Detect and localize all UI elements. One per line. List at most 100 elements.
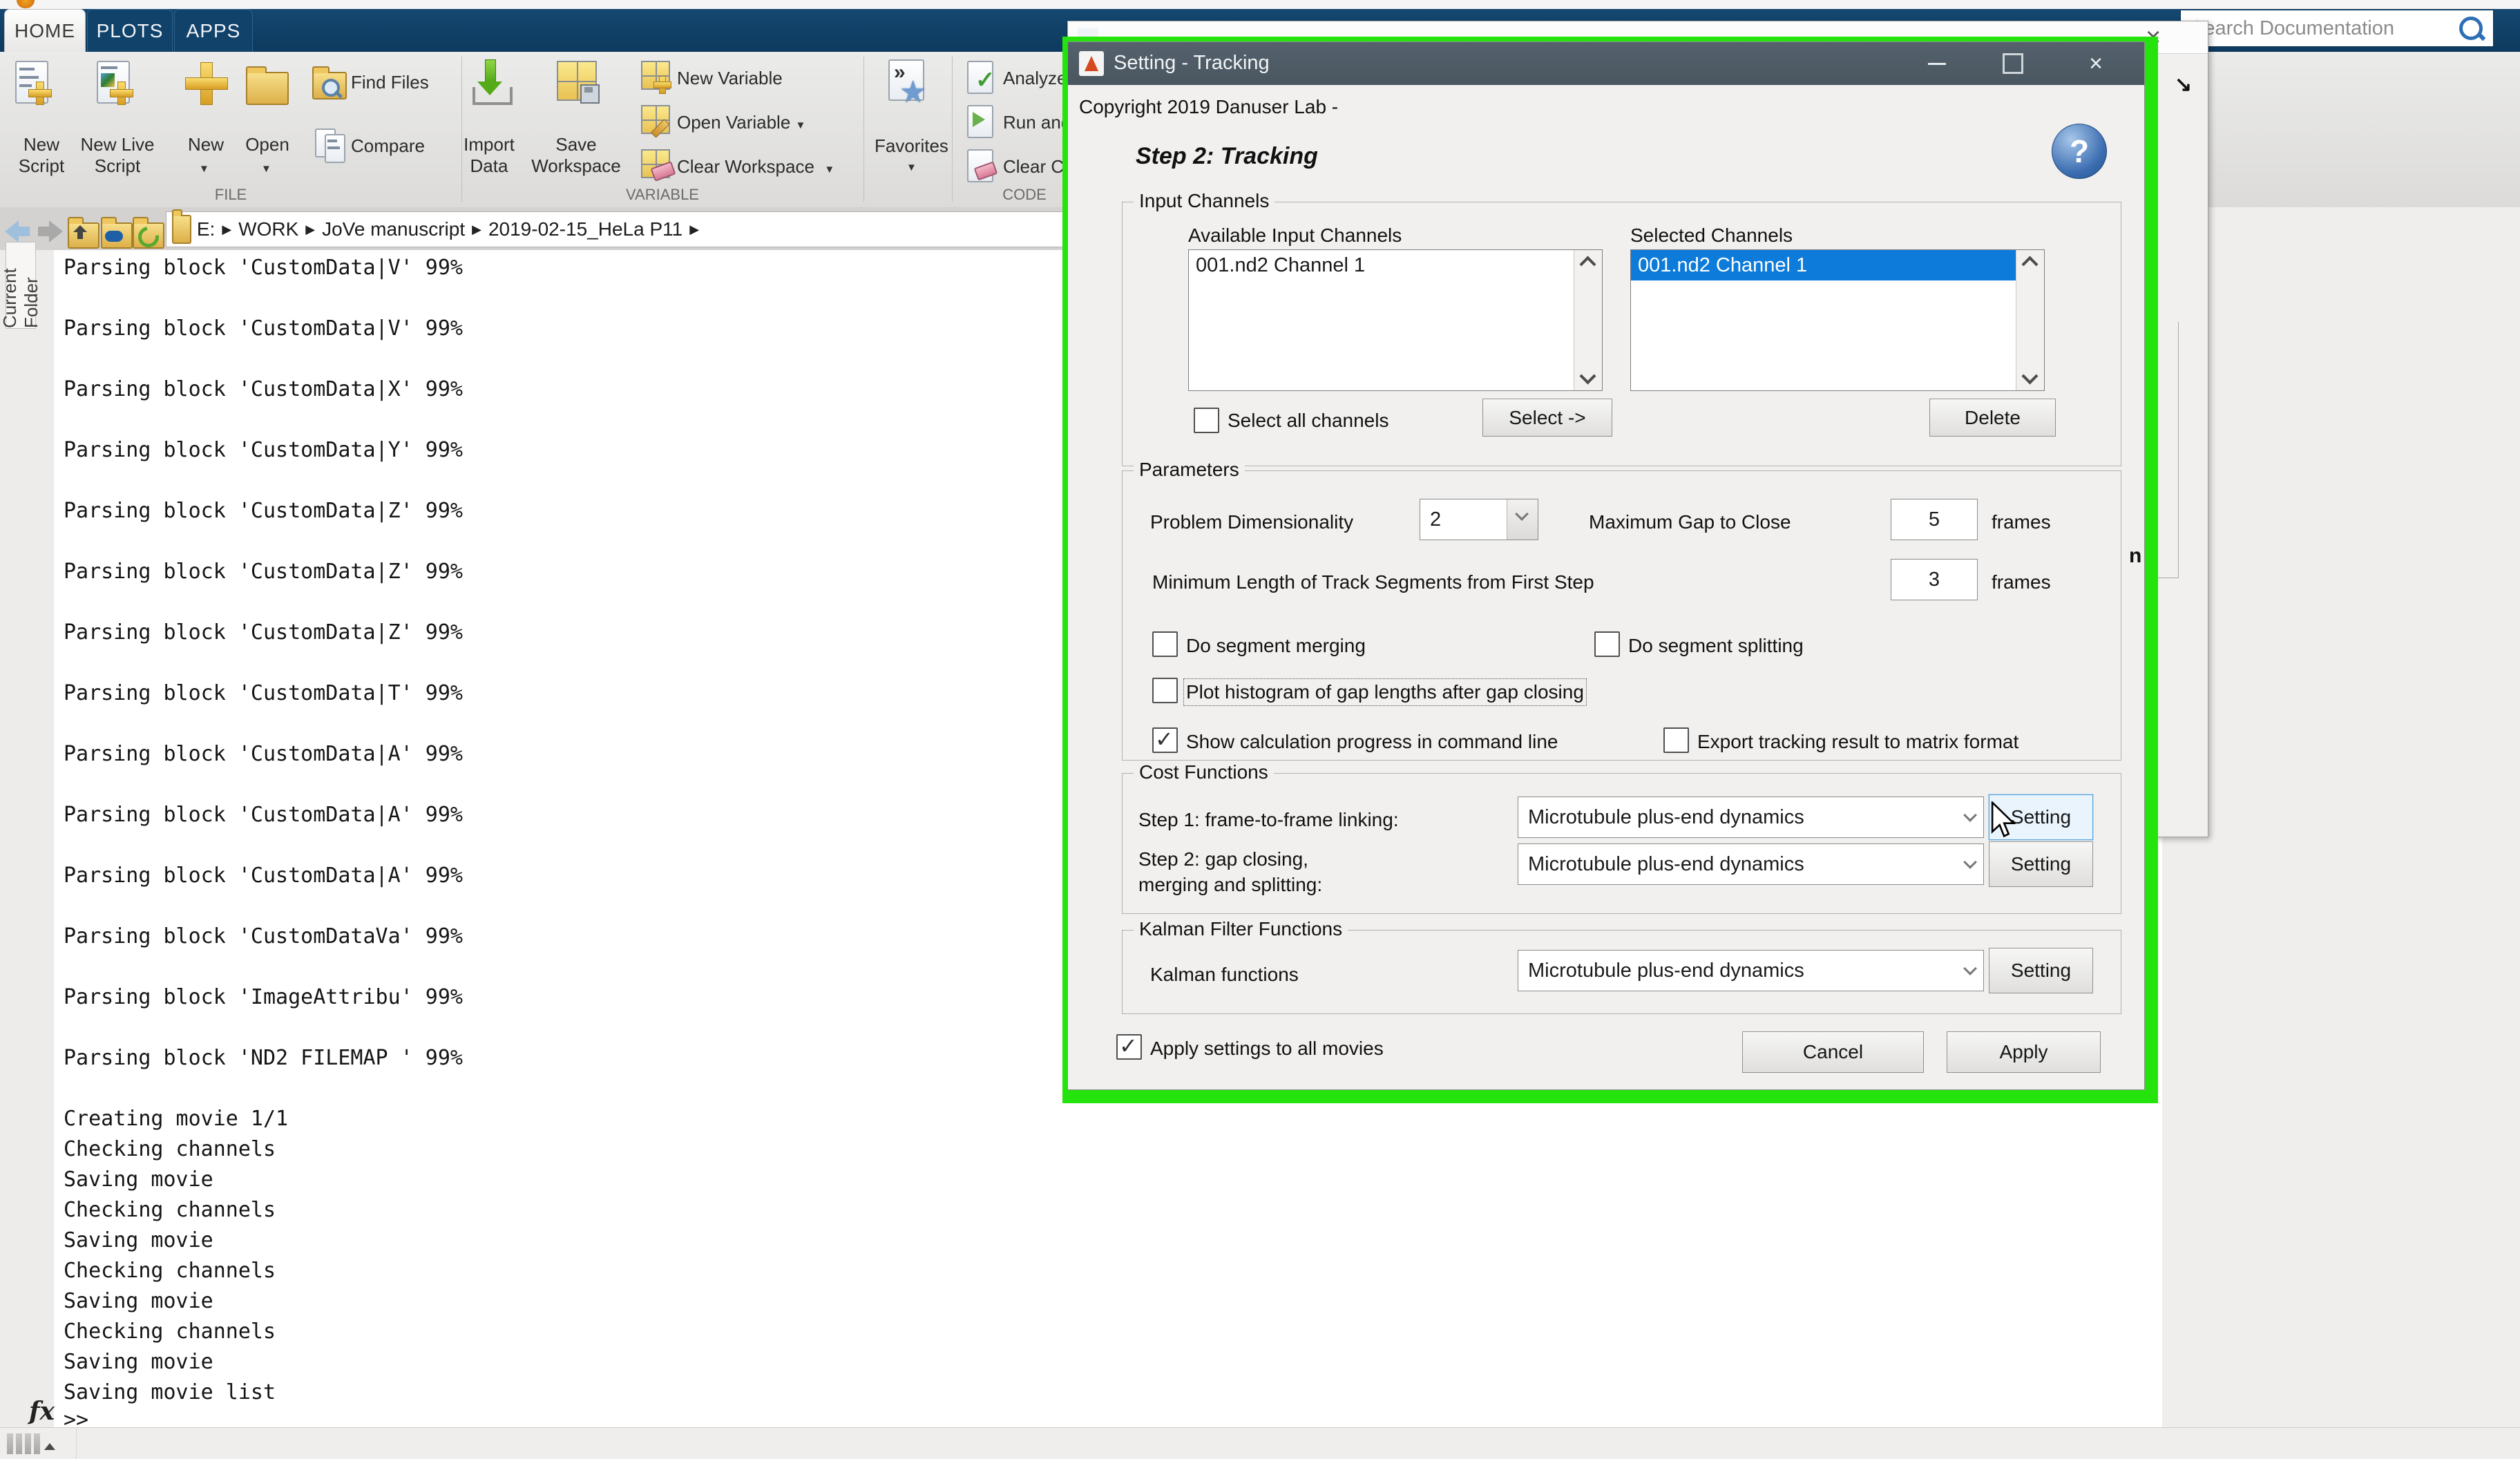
show-progress-checkbox[interactable] bbox=[1152, 727, 1178, 753]
open-variable-caret[interactable]: ▼ bbox=[796, 120, 806, 131]
breadcrumb-item[interactable]: E: bbox=[197, 218, 215, 240]
step1-cost-function-select[interactable]: Microtubule plus-end dynamics bbox=[1518, 797, 1984, 838]
close-button[interactable]: × bbox=[2077, 42, 2115, 85]
command-output-line: Checking channels bbox=[64, 1195, 463, 1226]
kalman-setting-button[interactable]: Setting bbox=[1989, 948, 2093, 993]
available-channels-list[interactable]: 001.nd2 Channel 1 bbox=[1188, 249, 1603, 391]
delete-button[interactable]: Delete bbox=[1929, 399, 2056, 437]
tab-apps[interactable]: APPS bbox=[174, 9, 253, 53]
scroll-down-icon[interactable] bbox=[2021, 368, 2038, 384]
breadcrumb-item[interactable]: WORK bbox=[238, 218, 298, 240]
scroll-up-icon[interactable] bbox=[1579, 256, 1596, 272]
selected-channels-list[interactable]: 001.nd2 Channel 1 bbox=[1630, 249, 2045, 391]
command-output-line bbox=[64, 1074, 463, 1104]
breadcrumb-item[interactable]: 2019-02-15_HeLa P11 bbox=[488, 218, 682, 240]
step2-cost-function-select[interactable]: Microtubule plus-end dynamics bbox=[1518, 843, 1984, 885]
new-script-button[interactable]: New Script bbox=[7, 134, 76, 177]
analyze-button[interactable]: Analyze bbox=[1003, 68, 1067, 89]
scroll-up-icon[interactable] bbox=[2021, 256, 2038, 272]
list-scrollbar[interactable] bbox=[1574, 250, 1602, 390]
favorites-caret[interactable]: ▼ bbox=[906, 162, 917, 173]
open-dropdown-caret[interactable]: ▼ bbox=[261, 163, 271, 175]
command-output-line bbox=[64, 587, 463, 618]
command-output-line: Saving movie bbox=[64, 1226, 463, 1256]
maximize-button[interactable] bbox=[1994, 42, 2032, 85]
breadcrumb-arrow-icon[interactable]: ▶ bbox=[222, 222, 231, 237]
import-data-button[interactable]: Import Data bbox=[450, 134, 528, 177]
input-channels-group: Input Channels Available Input Channels … bbox=[1122, 202, 2121, 466]
clear-workspace-button[interactable]: Clear Workspace ▼ bbox=[677, 156, 834, 178]
command-output-line bbox=[64, 526, 463, 557]
dialog-titlebar[interactable]: Setting - Tracking × bbox=[1068, 42, 2144, 85]
command-output-line: Parsing block 'CustomData|A' 99% bbox=[64, 861, 463, 891]
bookmark-folder-icon bbox=[172, 215, 191, 244]
command-output-line: Saving movie bbox=[64, 1347, 463, 1377]
command-output-line: Parsing block 'CustomData|Z' 99% bbox=[64, 618, 463, 648]
new-icon[interactable] bbox=[185, 62, 227, 106]
breadcrumb[interactable]: ▶ E: ▶ WORK ▶ JoVe manuscript ▶ 2019-02-15_HeLa… bbox=[166, 211, 1065, 247]
new-script-icon[interactable] bbox=[15, 61, 54, 106]
busy-indicator-icon bbox=[7, 1433, 13, 1454]
show-progress-label: Show calculation progress in command lin… bbox=[1186, 731, 1558, 753]
problem-dimensionality-label: Problem Dimensionality bbox=[1150, 511, 1353, 533]
command-output-line bbox=[64, 952, 463, 982]
forward-arrow-icon[interactable] bbox=[36, 218, 65, 245]
back-arrow-icon[interactable] bbox=[3, 218, 32, 245]
command-output-line: Saving movie list bbox=[64, 1377, 463, 1408]
command-output-line: Checking channels bbox=[64, 1134, 463, 1165]
plot-histogram-checkbox[interactable] bbox=[1152, 678, 1178, 703]
apply-all-movies-checkbox[interactable] bbox=[1116, 1034, 1142, 1060]
open-variable-button[interactable]: Open Variable ▼ bbox=[677, 112, 805, 133]
find-files-button[interactable]: Find Files bbox=[351, 72, 429, 93]
selected-channels-label: Selected Channels bbox=[1630, 225, 1793, 247]
new-live-script-icon[interactable] bbox=[97, 61, 135, 106]
status-expand-icon[interactable] bbox=[44, 1443, 55, 1450]
plot-histogram-label: Plot histogram of gap lengths after gap … bbox=[1186, 681, 1584, 703]
desktop-background bbox=[2162, 207, 2520, 1427]
select-button[interactable]: Select -> bbox=[1482, 399, 1612, 437]
input-channels-legend: Input Channels bbox=[1134, 190, 1275, 212]
apply-button[interactable]: Apply bbox=[1947, 1031, 2101, 1073]
run-and-time-button[interactable]: Run and bbox=[1003, 112, 1071, 133]
command-output-line: Parsing block 'ImageAttribu' 99% bbox=[64, 982, 463, 1013]
max-gap-input[interactable]: 5 bbox=[1891, 499, 1978, 540]
kalman-function-select[interactable]: Microtubule plus-end dynamics bbox=[1518, 950, 1984, 991]
scroll-down-icon[interactable] bbox=[1579, 368, 1596, 384]
sidebar-tab-current-folder[interactable]: Current Folder bbox=[6, 242, 36, 329]
list-scrollbar[interactable] bbox=[2016, 250, 2044, 390]
list-item[interactable]: 001.nd2 Channel 1 bbox=[1189, 250, 1574, 280]
min-length-input[interactable]: 3 bbox=[1891, 559, 1978, 600]
tab-plots[interactable]: PLOTS bbox=[87, 9, 173, 53]
problem-dimensionality-select[interactable]: 2 bbox=[1420, 499, 1538, 540]
cancel-button[interactable]: Cancel bbox=[1742, 1031, 1924, 1073]
new-live-script-button[interactable]: New Live Script bbox=[69, 134, 166, 177]
list-item[interactable]: 001.nd2 Channel 1 bbox=[1631, 250, 2016, 280]
breadcrumb-item[interactable]: JoVe manuscript bbox=[322, 218, 465, 240]
do-segment-splitting-checkbox[interactable] bbox=[1594, 631, 1620, 657]
command-output-line: Parsing block 'CustomData|V' 99% bbox=[64, 253, 463, 283]
help-icon[interactable]: ? bbox=[2052, 124, 2107, 179]
command-output-line: Saving movie bbox=[64, 1165, 463, 1195]
new-button[interactable]: New bbox=[184, 134, 228, 155]
new-dropdown-caret[interactable]: ▼ bbox=[199, 163, 209, 175]
do-segment-merging-checkbox[interactable] bbox=[1152, 631, 1178, 657]
new-variable-button[interactable]: New Variable bbox=[677, 68, 783, 89]
chevron-down-icon bbox=[1963, 808, 1977, 822]
clear-workspace-caret[interactable]: ▼ bbox=[824, 164, 834, 175]
breadcrumb-arrow-icon[interactable]: ▶ bbox=[472, 222, 481, 237]
tab-apps-label: APPS bbox=[187, 20, 241, 42]
minimize-button[interactable] bbox=[1918, 42, 1956, 85]
current-folder-label: Current Folder bbox=[0, 242, 42, 328]
favorites-button[interactable]: Favorites bbox=[875, 135, 948, 157]
export-matrix-checkbox[interactable] bbox=[1663, 727, 1689, 753]
select-all-channels-checkbox[interactable] bbox=[1194, 408, 1219, 433]
step2-setting-button[interactable]: Setting bbox=[1989, 841, 2093, 887]
ribbon-separator bbox=[461, 57, 462, 202]
breadcrumb-arrow-icon[interactable]: ▶ bbox=[689, 222, 699, 237]
search-documentation-input[interactable]: Search Documentation bbox=[2180, 10, 2494, 47]
save-workspace-button[interactable]: Save Workspace bbox=[531, 134, 622, 177]
open-button[interactable]: Open bbox=[243, 134, 292, 155]
compare-button[interactable]: Compare bbox=[351, 135, 425, 157]
tab-home[interactable]: HOME bbox=[4, 9, 86, 53]
breadcrumb-arrow-icon[interactable]: ▶ bbox=[305, 222, 315, 237]
